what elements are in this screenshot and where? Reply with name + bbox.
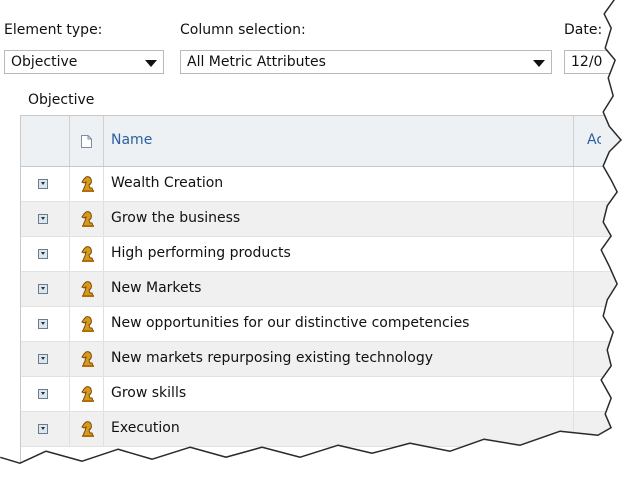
expand-row-icon[interactable]: [38, 179, 48, 189]
date-label: Date:: [564, 22, 603, 38]
chess-knight-icon: [81, 316, 94, 332]
chess-knight-icon: [81, 421, 94, 437]
expand-row-icon[interactable]: [38, 284, 48, 294]
expand-row-icon[interactable]: [38, 319, 48, 329]
document-icon: [81, 135, 92, 148]
table-row[interactable]: Wealth Creation: [21, 167, 622, 202]
objective-name[interactable]: New markets repurposing existing technol…: [111, 350, 433, 366]
table-row[interactable]: New Markets: [21, 272, 622, 307]
objective-name[interactable]: New Markets: [111, 280, 201, 296]
element-type-value: Objective: [11, 54, 78, 70]
table-row[interactable]: Execution: [21, 412, 622, 447]
chess-knight-icon: [81, 176, 94, 192]
chess-knight-icon: [81, 386, 94, 402]
expand-row-icon[interactable]: [38, 214, 48, 224]
expand-row-icon[interactable]: [38, 249, 48, 259]
screenshot-frame: Element type: Objective Column selection…: [0, 0, 622, 464]
chess-knight-icon: [81, 246, 94, 262]
date-value: 12/0: [571, 54, 603, 70]
objective-name[interactable]: High performing products: [111, 245, 291, 261]
column-selection-label: Column selection:: [180, 22, 306, 38]
objective-name[interactable]: Grow skills: [111, 385, 186, 401]
section-title: Objective: [28, 92, 95, 108]
date-field[interactable]: 12/0: [564, 50, 622, 74]
chess-knight-icon: [81, 351, 94, 367]
table-row[interactable]: New opportunities for our distinctive co…: [21, 307, 622, 342]
table-row[interactable]: Grow the business: [21, 202, 622, 237]
expand-row-icon[interactable]: [38, 424, 48, 434]
expand-row-icon[interactable]: [38, 354, 48, 364]
grid-header: Name Ac: [21, 116, 622, 167]
chevron-down-icon: [533, 60, 545, 67]
objective-name[interactable]: Grow the business: [111, 210, 240, 226]
table-row[interactable]: New markets repurposing existing technol…: [21, 342, 622, 377]
objectives-grid: Name Ac Wealth Creation Grow the business…: [20, 115, 622, 464]
element-type-label: Element type:: [4, 22, 103, 38]
objective-name[interactable]: New opportunities for our distinctive co…: [111, 315, 469, 331]
expand-row-icon[interactable]: [38, 389, 48, 399]
objective-name[interactable]: Wealth Creation: [111, 175, 223, 191]
objective-name[interactable]: Execution: [111, 420, 180, 436]
chess-knight-icon: [81, 211, 94, 227]
chevron-down-icon: [145, 60, 157, 67]
column-selection-select[interactable]: All Metric Attributes: [180, 50, 552, 74]
column-selection-value: All Metric Attributes: [187, 54, 326, 70]
element-type-select[interactable]: Objective: [4, 50, 164, 74]
chess-knight-icon: [81, 281, 94, 297]
table-row[interactable]: Grow skills: [21, 377, 622, 412]
column-header-name[interactable]: Name: [111, 132, 152, 148]
table-row[interactable]: High performing products: [21, 237, 622, 272]
column-header-extra[interactable]: Ac: [587, 132, 601, 148]
